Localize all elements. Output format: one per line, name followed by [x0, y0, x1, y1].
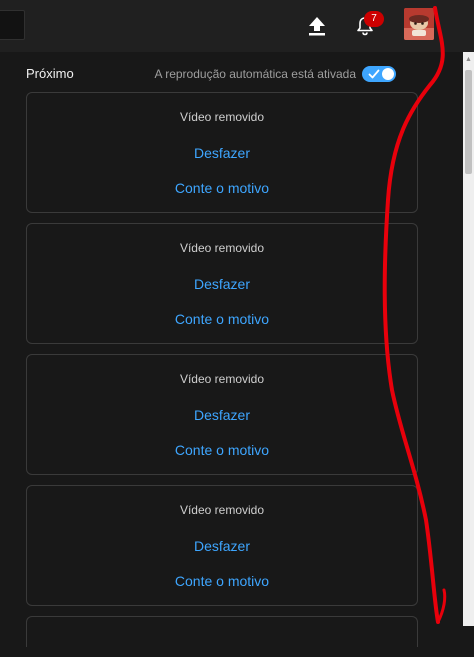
removed-video-card: Vídeo removido Desfazer Conte o motivo: [26, 223, 418, 344]
removed-videos-list: Vídeo removido Desfazer Conte o motivo V…: [26, 92, 418, 657]
tell-reason-link[interactable]: Conte o motivo: [27, 573, 417, 589]
notification-count-badge[interactable]: 7: [364, 11, 384, 27]
removed-video-card: Vídeo removido Desfazer Conte o motivo: [26, 485, 418, 606]
removed-video-card-partial: [26, 616, 418, 647]
tell-reason-link[interactable]: Conte o motivo: [27, 311, 417, 327]
page-margin: [437, 52, 463, 626]
autoplay-label: A reprodução automática está ativada: [154, 67, 356, 81]
autoplay-toggle[interactable]: [362, 66, 396, 82]
search-box-edge[interactable]: [0, 10, 25, 40]
tell-reason-link[interactable]: Conte o motivo: [27, 442, 417, 458]
tell-reason-link[interactable]: Conte o motivo: [27, 180, 417, 196]
avatar-image: [404, 8, 434, 40]
toggle-knob: [382, 68, 394, 80]
removed-message: Vídeo removido: [179, 372, 265, 386]
checkmark-icon: [368, 69, 380, 79]
removed-message: Vídeo removido: [179, 110, 265, 124]
upload-button[interactable]: [303, 12, 331, 40]
undo-button[interactable]: Desfazer: [27, 538, 417, 554]
removed-video-card: Vídeo removido Desfazer Conte o motivo: [26, 354, 418, 475]
top-bar: 7: [0, 0, 474, 52]
removed-message: Vídeo removido: [179, 241, 265, 255]
avatar[interactable]: [404, 8, 434, 40]
undo-button[interactable]: Desfazer: [27, 145, 417, 161]
upload-icon: [309, 17, 325, 36]
removed-message: Vídeo removido: [179, 503, 265, 517]
undo-button[interactable]: Desfazer: [27, 276, 417, 292]
scroll-up-icon[interactable]: ▲: [463, 52, 474, 66]
scrollbar-thumb[interactable]: [465, 70, 472, 174]
up-next-header: Próximo A reprodução automática está ati…: [26, 64, 398, 84]
removed-video-card: Vídeo removido Desfazer Conte o motivo: [26, 92, 418, 213]
undo-button[interactable]: Desfazer: [27, 407, 417, 423]
up-next-title: Próximo: [26, 66, 74, 81]
